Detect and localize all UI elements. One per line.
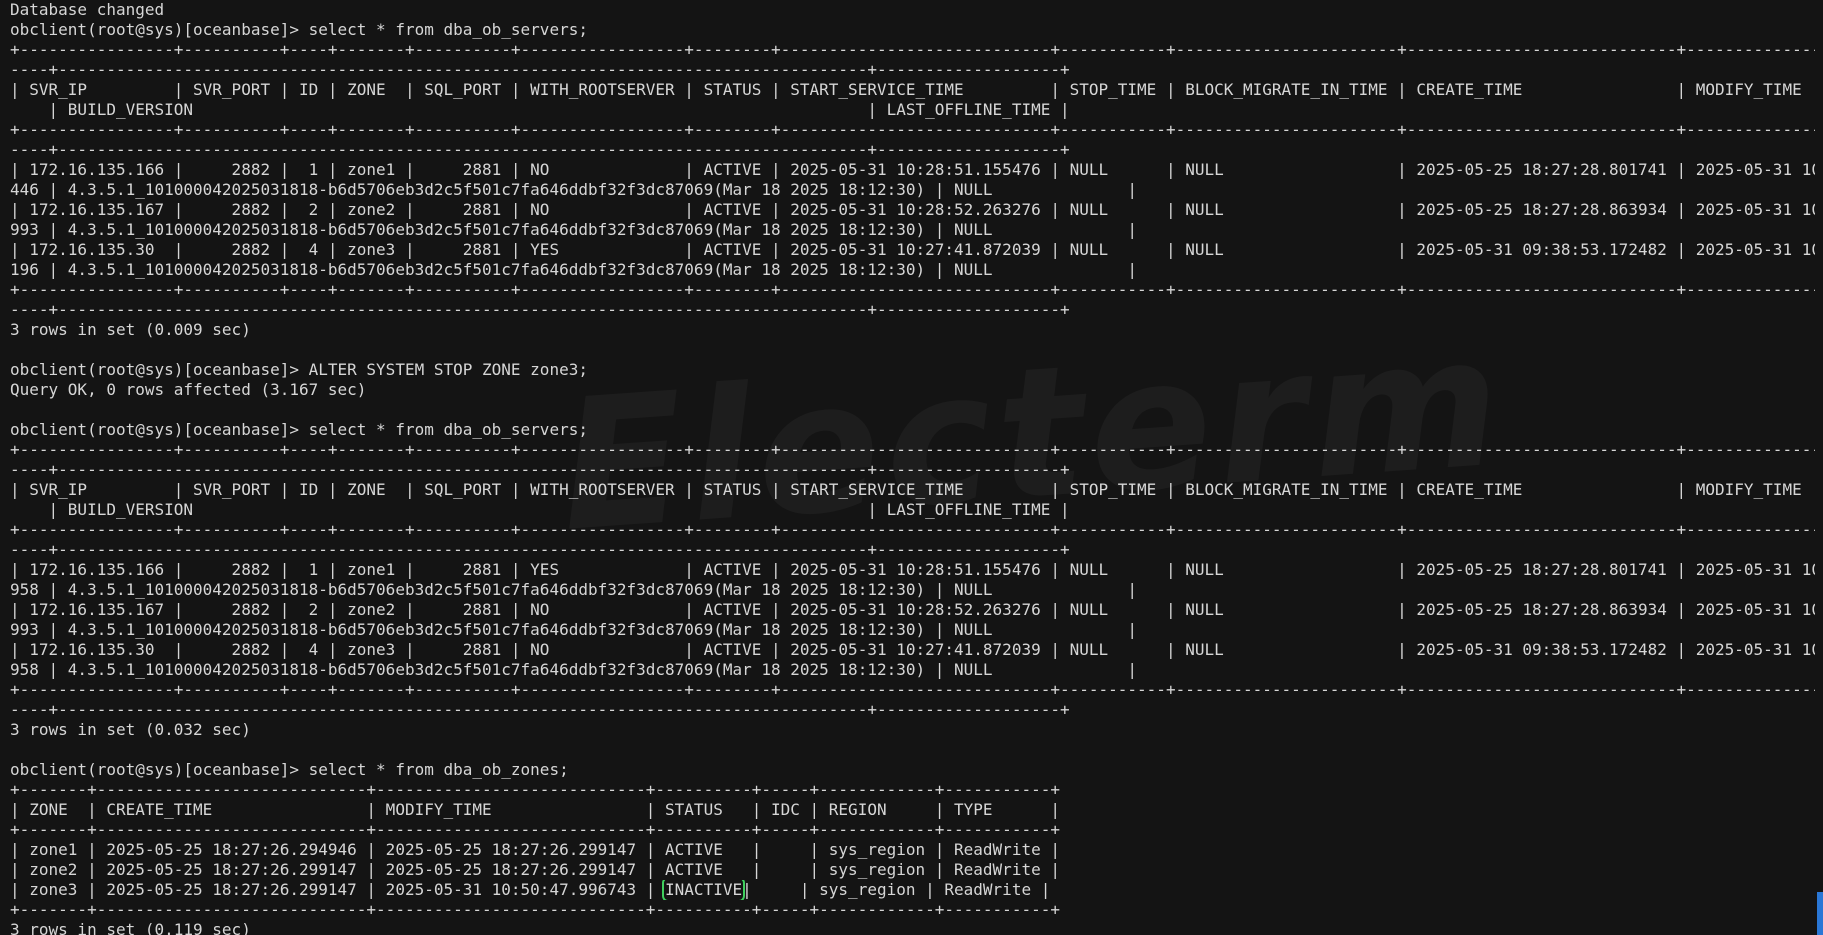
terminal-line: +-------+----------------------------+--… [10,900,1060,919]
terminal-line: 446 | 4.3.5.1_101000042025031818-b6d5706… [10,180,1138,199]
terminal-line: | ZONE | CREATE_TIME | MODIFY_TIME | STA… [10,800,1060,819]
terminal-line: | 172.16.135.166 | 2882 | 1 | zone1 | 28… [10,160,1815,179]
terminal-line: obclient(root@sys)[oceanbase]> select * … [10,20,588,39]
terminal-line: ----+-----------------------------------… [10,460,1070,479]
terminal-line: 993 | 4.3.5.1_101000042025031818-b6d5706… [10,620,1138,639]
terminal-line: | zone3 | 2025-05-25 18:27:26.299147 | 2… [10,880,1815,900]
terminal-line: obclient(root@sys)[oceanbase]> select * … [10,760,569,779]
terminal-line: Database changed [10,0,165,19]
terminal-line: +----------------+----------+----+------… [10,120,1815,139]
terminal-output[interactable]: Database changed obclient(root@sys)[ocean… [10,0,1815,935]
terminal-line: | SVR_IP | SVR_PORT | ID | ZONE | SQL_PO… [10,80,1802,99]
terminal-line: ----+-----------------------------------… [10,700,1070,719]
terminal-line: +-------+----------------------------+--… [10,780,1060,799]
terminal-line: | 172.16.135.167 | 2882 | 2 | zone2 | 28… [10,600,1815,619]
terminal-line: +----------------+----------+----+------… [10,280,1815,299]
terminal-line: +----------------+----------+----+------… [10,440,1815,459]
terminal-line: 3 rows in set (0.032 sec) [10,720,251,739]
terminal-line: obclient(root@sys)[oceanbase]> select * … [10,420,588,439]
terminal-line: +-------+----------------------------+--… [10,820,1060,839]
terminal-line: | 172.16.135.167 | 2882 | 2 | zone2 | 28… [10,200,1815,219]
terminal-line: 3 rows in set (0.119 sec) [10,920,251,935]
terminal-line: +----------------+----------+----+------… [10,40,1815,59]
terminal-line: +----------------+----------+----+------… [10,680,1815,699]
terminal-line: 958 | 4.3.5.1_101000042025031818-b6d5706… [10,580,1138,599]
terminal-line: ----+-----------------------------------… [10,140,1070,159]
terminal-line: | BUILD_VERSION | LAST_OFFLINE_TIME | [10,100,1070,119]
terminal-line: | zone1 | 2025-05-25 18:27:26.294946 | 2… [10,840,1060,859]
terminal-line: | 172.16.135.166 | 2882 | 1 | zone1 | 28… [10,560,1815,579]
line-text: | zone3 | 2025-05-25 18:27:26.299147 | 2… [10,880,666,899]
terminal-line: | zone2 | 2025-05-25 18:27:26.299147 | 2… [10,860,1060,879]
terminal-line: Query OK, 0 rows affected (3.167 sec) [10,380,367,399]
inactive-status-highlight: INACTIVE [662,880,746,900]
terminal-line: | BUILD_VERSION | LAST_OFFLINE_TIME | [10,500,1070,519]
terminal-line: obclient(root@sys)[oceanbase]> ALTER SYS… [10,360,588,379]
line-text: | | sys_region | ReadWrite | [742,880,1051,899]
terminal-line: 3 rows in set (0.009 sec) [10,320,251,339]
terminal-line: | SVR_IP | SVR_PORT | ID | ZONE | SQL_PO… [10,480,1802,499]
terminal-line: 196 | 4.3.5.1_101000042025031818-b6d5706… [10,260,1138,279]
terminal-line: ----+-----------------------------------… [10,540,1070,559]
terminal-line: | 172.16.135.30 | 2882 | 4 | zone3 | 288… [10,640,1815,659]
terminal-line: ----+-----------------------------------… [10,300,1070,319]
terminal-line: ----+-----------------------------------… [10,60,1070,79]
terminal-line: | 172.16.135.30 | 2882 | 4 | zone3 | 288… [10,240,1815,259]
terminal-line: 958 | 4.3.5.1_101000042025031818-b6d5706… [10,660,1138,679]
terminal-line: 993 | 4.3.5.1_101000042025031818-b6d5706… [10,220,1138,239]
scroll-indicator[interactable] [1817,892,1823,935]
terminal-line: +----------------+----------+----+------… [10,520,1815,539]
